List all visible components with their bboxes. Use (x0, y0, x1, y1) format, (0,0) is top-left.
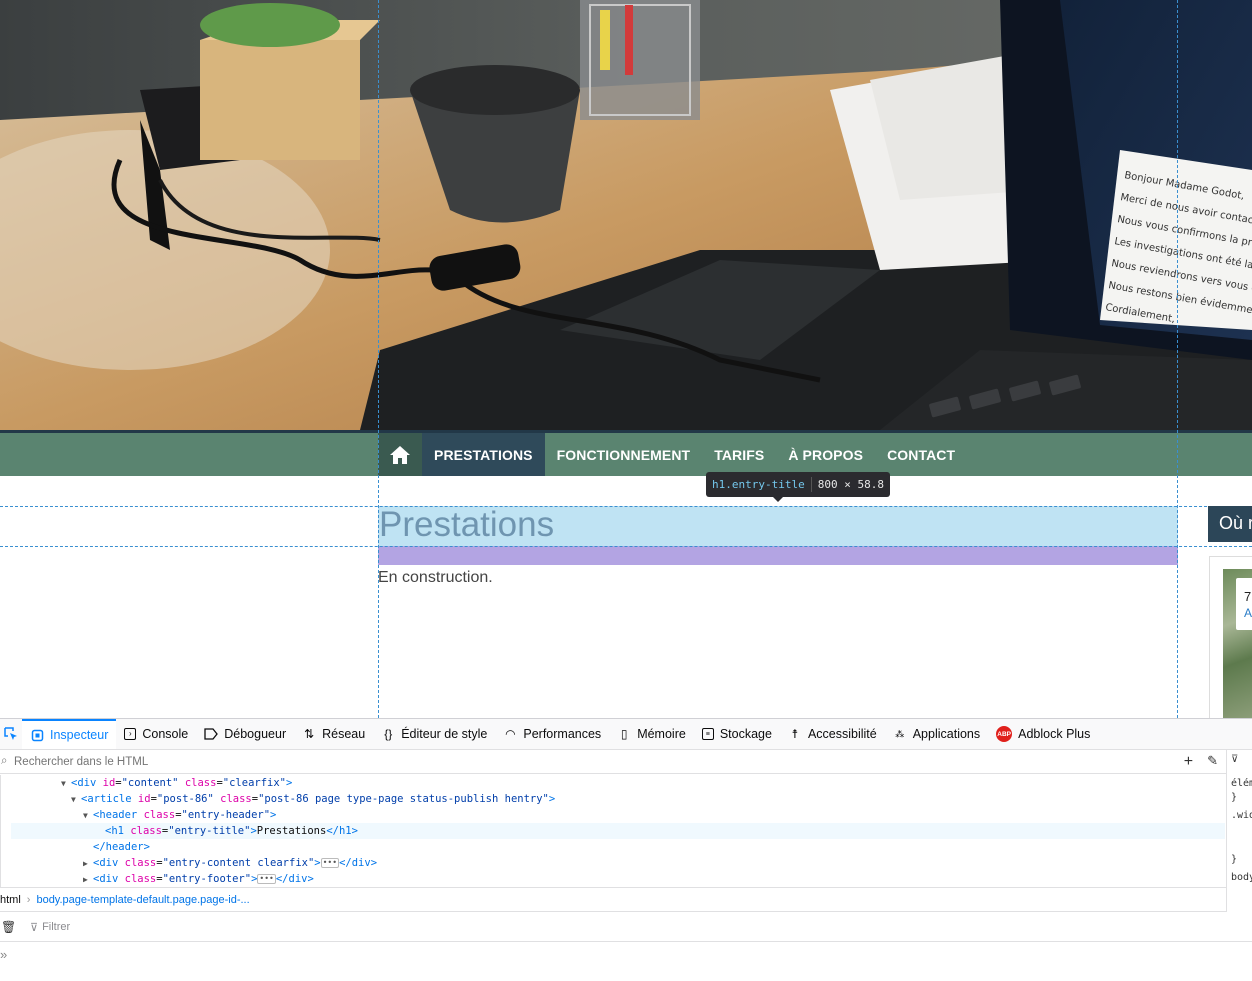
tab-console[interactable]: › Console (116, 719, 196, 749)
console-filter-placeholder: Filtrer (42, 921, 71, 933)
memory-icon: ▯ (620, 727, 628, 741)
tree-node[interactable]: ▶ <div class="entry-footer"> ••• </div> (11, 871, 1225, 887)
element-picker-icon[interactable] (0, 719, 22, 749)
rule-text: } (1231, 854, 1238, 865)
style-editor-icon: {} (384, 727, 393, 741)
storage-icon: ≡ (701, 728, 714, 740)
tree-node-selected[interactable]: <h1 class="entry-title">Prestations</h1> (11, 823, 1225, 839)
trash-icon[interactable]: 🗑 (0, 920, 16, 934)
console-toolbar: 🗑 ⊽ Filtrer (0, 913, 1252, 942)
infobar-dimensions: 800 × 58.8 (817, 478, 884, 491)
nav-item-prestations[interactable]: PRESTATIONS (422, 433, 545, 476)
tab-label: Applications (912, 727, 981, 741)
tree-node[interactable]: ▶ <div class="entry-content clearfix"> •••… (11, 855, 1225, 871)
rules-panel: ⊽ élém } .wid } body (1226, 750, 1252, 912)
tab-label: Stockage (719, 727, 772, 741)
search-icon: ⌕ (1, 755, 8, 767)
tree-node[interactable]: ▼ <header class="entry-header"> (11, 807, 1225, 823)
tab-label: Adblock Plus (1018, 727, 1091, 741)
page-title: Prestations (379, 505, 555, 544)
nav-item-a-propos[interactable]: À PROPOS (776, 433, 875, 476)
map-popup-link[interactable]: A (1244, 606, 1252, 620)
devtools-panel: Inspecteur › Console Débogueur ⇅ Réseau … (0, 718, 1252, 981)
tree-node[interactable]: ▼ <div id="content" class="clearfix"> (11, 775, 1225, 791)
rule-text: élém (1231, 778, 1252, 789)
expand-icon[interactable]: ▶ (83, 872, 93, 888)
tab-label: Éditeur de style (401, 727, 488, 741)
tab-accessibility[interactable]: ☨ Accessibilité (780, 719, 885, 749)
markup-tree: ▼ <div id="content" class="clearfix"> ▼ <a… (0, 775, 1226, 887)
tab-label: Performances (523, 727, 602, 741)
tab-label: Mémoire (637, 727, 686, 741)
guide-line-vertical (378, 0, 379, 718)
console-filter[interactable]: ⊽ Filtrer (12, 921, 70, 934)
debugger-icon (204, 727, 219, 741)
tab-applications[interactable]: ⁂ Applications (885, 719, 988, 749)
map-popup-text: 7 (1244, 589, 1252, 604)
tab-label: Débogueur (224, 727, 287, 741)
tab-network[interactable]: ⇅ Réseau (294, 719, 373, 749)
devtools-toolbar: Inspecteur › Console Débogueur ⇅ Réseau … (0, 719, 1252, 750)
highlighter-infobar: h1.entry-title 800 × 58.8 (706, 472, 890, 497)
home-icon[interactable] (378, 433, 422, 476)
browser-viewport: Bonjour Madame Godot, Merci de nous avoi… (0, 0, 1252, 981)
hero-image: Bonjour Madame Godot, Merci de nous avoi… (0, 0, 1252, 430)
tab-label: Inspecteur (50, 728, 109, 742)
breadcrumb-item[interactable]: html (0, 894, 21, 906)
tab-adblock-plus[interactable]: ABP Adblock Plus (988, 719, 1098, 749)
tab-memory[interactable]: ▯ Mémoire (609, 719, 694, 749)
nav-item-tarifs[interactable]: TARIFS (702, 433, 776, 476)
inspector-icon (30, 728, 44, 742)
html-search-bar: ⌕ + ✎ (0, 750, 1226, 774)
chevron-right-icon: › (26, 893, 31, 906)
sidebar-widget-title: Où r (1208, 506, 1252, 542)
performance-icon: ◠ (505, 727, 516, 741)
infobar-arrow (772, 496, 784, 502)
main-navigation: PRESTATIONS FONCTIONNEMENT TARIFS À PROP… (0, 430, 1252, 476)
tab-debugger[interactable]: Débogueur (196, 719, 294, 749)
tab-label: Accessibilité (807, 727, 877, 741)
expand-icon[interactable]: ▶ (83, 856, 93, 872)
accessibility-icon: ☨ (791, 727, 799, 741)
filter-icon: ⊽ (30, 921, 39, 934)
infobar-tag: h1.entry-title (706, 477, 812, 492)
console-icon: › (124, 728, 137, 740)
map-popup: 7 A (1236, 578, 1252, 630)
collapse-icon[interactable]: ▼ (83, 808, 93, 824)
page-body-text: En construction. (378, 569, 493, 586)
tree-node[interactable]: </header> (11, 839, 1225, 855)
ellipsis-icon[interactable]: ••• (320, 858, 340, 868)
ellipsis-icon[interactable]: ••• (257, 874, 276, 884)
guide-line-horizontal (0, 546, 1252, 547)
collapse-icon[interactable]: ▼ (71, 792, 81, 808)
applications-icon: ⁂ (895, 728, 905, 739)
guide-line-horizontal (0, 506, 1252, 507)
nav-item-contact[interactable]: CONTACT (875, 433, 967, 476)
tab-inspector[interactable]: Inspecteur (22, 719, 117, 749)
filter-icon[interactable]: ⊽ (1231, 754, 1238, 765)
nav-item-fonctionnement[interactable]: FONCTIONNEMENT (545, 433, 703, 476)
tree-node[interactable]: ▼ <article id="post-86" class="post-86 pa… (11, 791, 1225, 807)
adblock-plus-icon: ABP (996, 726, 1013, 742)
tab-label: Réseau (322, 727, 366, 741)
tab-style-editor[interactable]: {} Éditeur de style (373, 719, 495, 749)
highlight-margin-box (378, 546, 1178, 565)
tab-storage[interactable]: ≡ Stockage (694, 719, 780, 749)
rule-text: .wid (1231, 810, 1252, 821)
rule-text: body (1231, 872, 1252, 883)
network-icon: ⇅ (304, 727, 315, 741)
console-prompt[interactable]: » (0, 947, 7, 962)
tab-label: Console (142, 727, 189, 741)
add-node-icon[interactable]: + (1184, 753, 1193, 771)
guide-line-vertical (1177, 0, 1178, 718)
hero-photo-illustration: Bonjour Madame Godot, Merci de nous avoi… (0, 0, 1252, 430)
rule-text: } (1231, 792, 1238, 803)
tab-performance[interactable]: ◠ Performances (495, 719, 609, 749)
eyedropper-icon[interactable]: ✎ (1207, 753, 1218, 771)
collapse-icon[interactable]: ▼ (61, 776, 71, 792)
breadcrumb-item[interactable]: body.page-template-default.page.page-id-… (36, 894, 249, 906)
breadcrumb: html › body.page-template-default.page.p… (0, 887, 1226, 912)
html-search-input[interactable] (14, 755, 1114, 768)
